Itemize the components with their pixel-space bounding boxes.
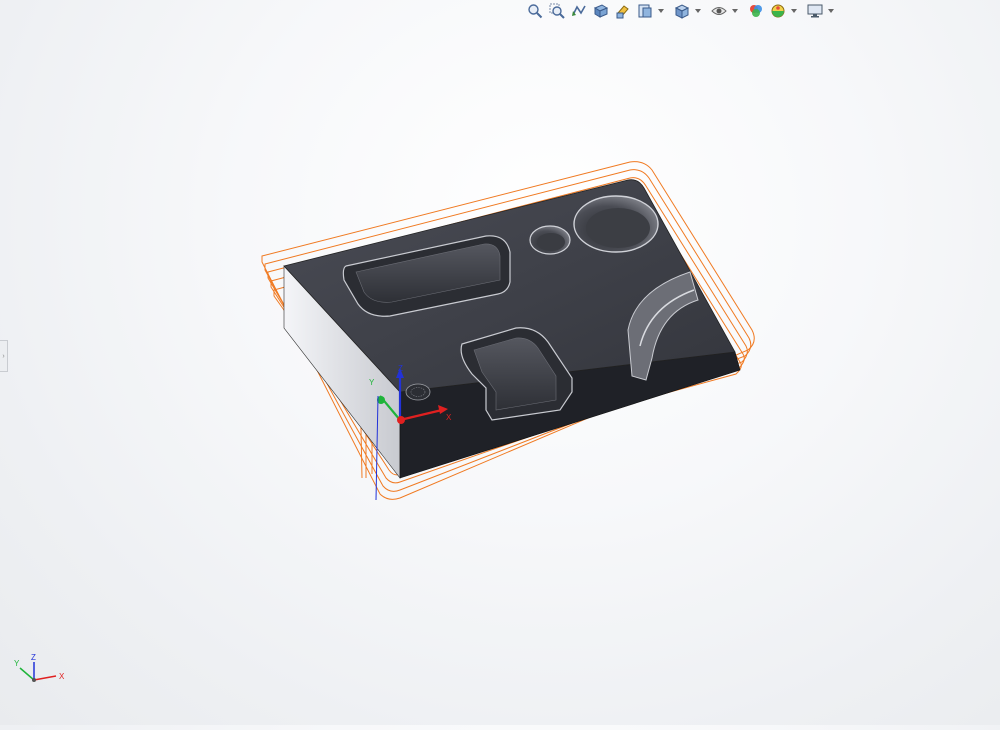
heads-up-view-toolbar	[525, 0, 835, 22]
view-orientation-dropdown[interactable]	[657, 1, 664, 21]
expand-panel-handle[interactable]: ›	[0, 340, 8, 372]
large-hole-inner	[586, 208, 650, 248]
previous-view-icon[interactable]	[569, 1, 589, 21]
hide-show-items-icon[interactable]	[709, 1, 729, 21]
origin-y-label: Y	[369, 378, 375, 387]
hide-show-items-dropdown[interactable]	[731, 1, 738, 21]
dynamic-annotation-views-icon[interactable]	[613, 1, 633, 21]
small-hole-inner	[537, 233, 565, 251]
graphics-area[interactable]: Z Y X Z Y X	[0, 0, 1000, 725]
apply-scene-dropdown[interactable]	[790, 1, 797, 21]
view-settings-dropdown[interactable]	[827, 1, 834, 21]
display-style-dropdown[interactable]	[694, 1, 701, 21]
view-settings-icon[interactable]	[805, 1, 825, 21]
tapped-hole	[405, 383, 431, 401]
view-triad: Z Y X	[14, 653, 65, 682]
view-x-label: X	[59, 672, 65, 681]
origin-x-label: X	[446, 413, 452, 422]
edit-appearance-icon[interactable]	[746, 1, 766, 21]
model-view[interactable]: Z Y X Z Y X	[0, 0, 1000, 725]
expand-arrow-icon: ›	[2, 352, 5, 360]
section-view-icon[interactable]	[591, 1, 611, 21]
zoom-to-fit-icon[interactable]	[525, 1, 545, 21]
view-z-label: Z	[31, 653, 36, 662]
display-style-icon[interactable]	[672, 1, 692, 21]
origin-z-label: Z	[398, 364, 403, 373]
view-y-label: Y	[14, 659, 20, 668]
apply-scene-icon[interactable]	[768, 1, 788, 21]
view-orientation-icon[interactable]	[635, 1, 655, 21]
zoom-to-area-icon[interactable]	[547, 1, 567, 21]
